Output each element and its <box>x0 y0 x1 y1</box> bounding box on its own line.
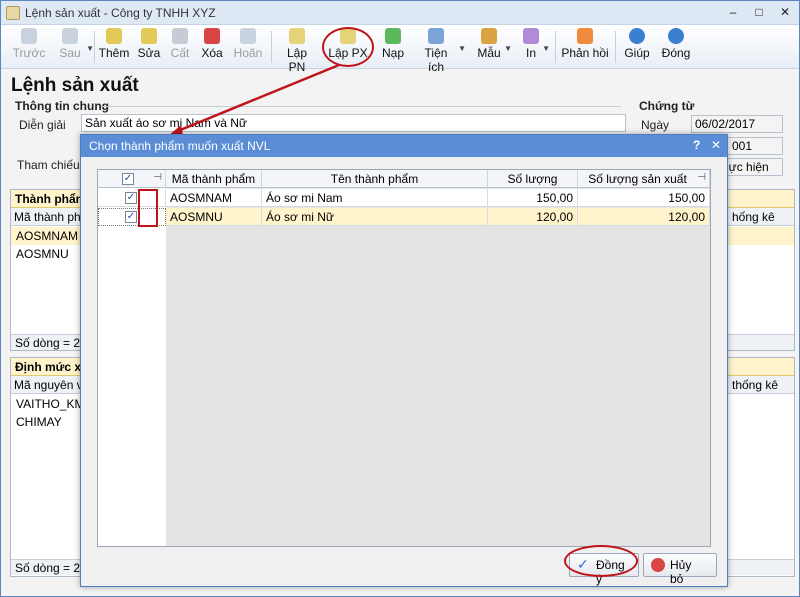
row-checkbox[interactable]: ✓ <box>125 192 137 204</box>
row-checkbox[interactable]: ✓ <box>125 211 137 223</box>
row-prod-qty[interactable]: 120,00 <box>578 208 710 226</box>
grid-column-shade <box>166 170 262 546</box>
grid-column-shade <box>262 170 488 546</box>
row-qty: 120,00 <box>488 208 578 226</box>
row-name: Áo sơ mi Nữ <box>262 208 488 226</box>
grid-col-name[interactable]: Tên thành phẩm <box>262 170 488 188</box>
grid-col-prod-qty[interactable]: Số lượng sản xuất ⊣ <box>578 170 710 188</box>
grid-col-code[interactable]: Mã thành phẩm <box>166 170 262 188</box>
row-code: AOSMNU <box>166 208 262 226</box>
table-row[interactable]: ✓ AOSMNU Áo sơ mi Nữ 120,00 120,00 <box>98 208 710 226</box>
grid-column-shade <box>578 170 710 546</box>
cancel-icon <box>651 558 665 572</box>
select-all-header[interactable]: ✓ ⊣ <box>98 170 166 188</box>
grid-column-shade <box>488 170 578 546</box>
row-name: Áo sơ mi Nam <box>262 189 488 207</box>
pin-icon[interactable]: ⊣ <box>153 172 162 183</box>
main-window: Lệnh sản xuất - Công ty TNHH XYZ – □ ✕ T… <box>0 0 800 597</box>
row-code: AOSMNAM <box>166 189 262 207</box>
checkbox-annotation-box <box>138 189 158 227</box>
cancel-button[interactable]: Hủy bỏ <box>643 553 717 586</box>
row-prod-qty[interactable]: 150,00 <box>578 189 710 207</box>
row-qty: 150,00 <box>488 189 578 207</box>
dialog-close-button[interactable]: ✕ <box>711 138 721 152</box>
dialog-title: Chọn thành phẩm muốn xuất NVL <box>81 135 727 157</box>
pin-icon[interactable]: ⊣ <box>697 172 706 183</box>
select-products-dialog: Chọn thành phẩm muốn xuất NVL ? ✕ ✓ ⊣ Mã… <box>80 134 728 587</box>
select-all-checkbox[interactable]: ✓ <box>122 173 134 185</box>
table-row[interactable]: ✓ AOSMNAM Áo sơ mi Nam 150,00 150,00 <box>98 189 710 207</box>
products-grid: ✓ ⊣ Mã thành phẩm Tên thành phẩm Số lượn… <box>97 169 711 547</box>
ok-annotation-circle <box>564 545 638 577</box>
grid-col-qty[interactable]: Số lượng <box>488 170 578 188</box>
dialog-help-button[interactable]: ? <box>693 138 700 152</box>
